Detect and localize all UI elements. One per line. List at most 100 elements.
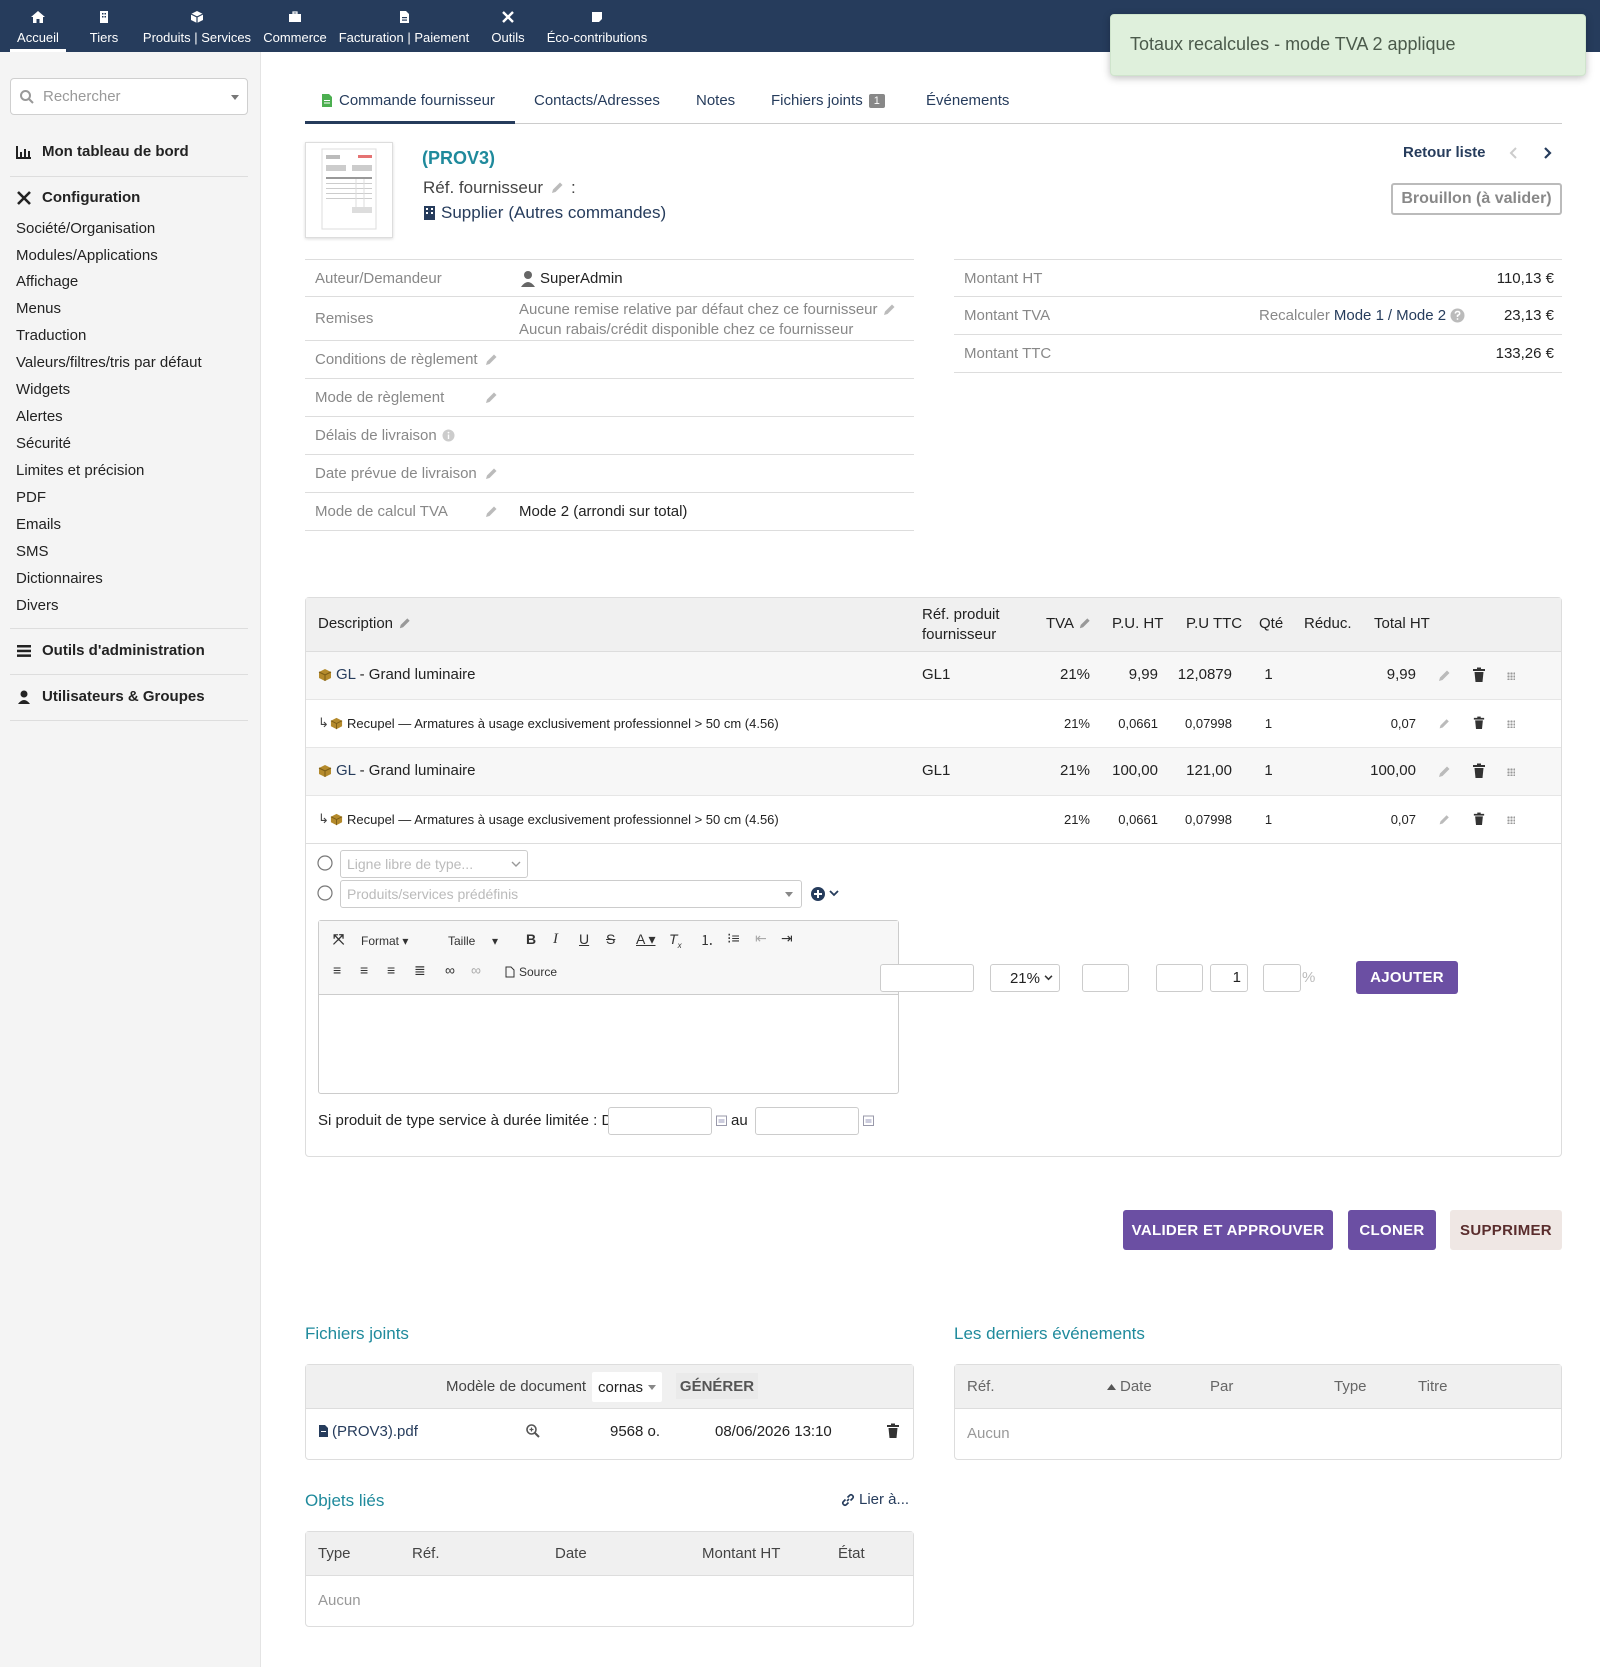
supplier-link[interactable]: Supplier xyxy=(441,203,503,223)
search-input[interactable]: Rechercher xyxy=(10,78,248,115)
menu-sms[interactable]: SMS xyxy=(16,543,49,560)
text-color-icon[interactable]: A ▾ xyxy=(636,931,655,948)
help-icon[interactable] xyxy=(1450,308,1465,323)
pencil-icon[interactable] xyxy=(1077,616,1092,631)
chevron-down-icon[interactable] xyxy=(829,890,839,897)
menu-divers[interactable]: Divers xyxy=(16,597,59,614)
nav-eco[interactable]: Éco-contributions xyxy=(545,0,649,52)
document-thumbnail[interactable] xyxy=(305,142,393,238)
menu-admin-tools[interactable]: Outils d'administration xyxy=(16,642,205,659)
justify-icon[interactable]: ≣ xyxy=(414,962,426,979)
chevron-left-icon[interactable] xyxy=(1508,146,1520,160)
menu-valeurs[interactable]: Valeurs/filtres/tris par défaut xyxy=(16,354,202,371)
date-end-input[interactable] xyxy=(755,1107,859,1135)
other-orders-link[interactable]: (Autres commandes) xyxy=(508,203,666,223)
back-to-list-link[interactable]: Retour liste xyxy=(1403,144,1486,161)
pencil-icon[interactable] xyxy=(549,180,565,196)
menu-modules[interactable]: Modules/Applications xyxy=(16,247,158,264)
menu-securite[interactable]: Sécurité xyxy=(16,435,71,452)
info-icon[interactable] xyxy=(442,429,455,442)
pencil-icon[interactable] xyxy=(881,302,897,318)
menu-configuration[interactable]: Configuration xyxy=(16,189,140,206)
supplier-ref-input[interactable] xyxy=(880,964,974,992)
add-line-button[interactable]: AJOUTER xyxy=(1356,961,1458,994)
pencil-icon[interactable] xyxy=(483,504,499,520)
col-date[interactable]: Date xyxy=(1107,1378,1152,1395)
menu-widgets[interactable]: Widgets xyxy=(16,381,70,398)
validate-approve-button[interactable]: VALIDER ET APPROUVER xyxy=(1123,1210,1333,1250)
align-left-icon[interactable]: ≡ xyxy=(333,962,341,978)
chevron-right-icon[interactable] xyxy=(1541,146,1553,160)
link-to-button[interactable]: Lier à... xyxy=(841,1491,909,1508)
pu-ttc-input[interactable] xyxy=(1156,964,1203,992)
mode2-link[interactable]: Mode 2 xyxy=(1396,307,1446,324)
nav-commerce[interactable]: Commerce xyxy=(262,0,328,52)
clear-format-icon[interactable]: Tx xyxy=(669,931,682,950)
trash-icon[interactable] xyxy=(1472,763,1486,779)
calendar-icon[interactable] xyxy=(716,1115,727,1126)
tab-contacts[interactable]: Contacts/Adresses xyxy=(534,92,660,109)
mode1-link[interactable]: Mode 1 xyxy=(1334,307,1384,324)
unlink-icon[interactable]: ∞ xyxy=(471,962,481,978)
outdent-icon[interactable]: ⇤ xyxy=(755,930,767,947)
author-link[interactable]: SuperAdmin xyxy=(540,270,623,287)
model-select[interactable]: cornas xyxy=(592,1372,662,1402)
clone-button[interactable]: CLONER xyxy=(1348,1210,1436,1250)
menu-menus[interactable]: Menus xyxy=(16,300,61,317)
menu-dictionnaires[interactable]: Dictionnaires xyxy=(16,570,103,587)
pencil-icon[interactable] xyxy=(1437,717,1451,731)
trash-icon[interactable] xyxy=(1473,812,1485,826)
pencil-icon[interactable] xyxy=(483,390,499,406)
date-start-input[interactable] xyxy=(608,1107,712,1135)
maximize-icon[interactable]: ⤧ xyxy=(333,931,344,948)
underline-icon[interactable]: U xyxy=(579,931,589,947)
tab-evenements[interactable]: Événements xyxy=(926,92,1009,109)
menu-affichage[interactable]: Affichage xyxy=(16,273,78,290)
size-dropdown[interactable]: Taille ▾ xyxy=(448,934,498,948)
trash-icon[interactable] xyxy=(886,1423,900,1439)
generate-button[interactable]: GÉNÉRER xyxy=(676,1373,758,1399)
drag-handle-icon[interactable] xyxy=(1507,816,1515,824)
calendar-icon[interactable] xyxy=(863,1115,874,1126)
format-dropdown[interactable]: Format ▾ xyxy=(361,934,408,948)
drag-handle-icon[interactable] xyxy=(1507,768,1515,776)
bullet-list-icon[interactable]: ⁝≡ xyxy=(727,930,740,947)
menu-emails[interactable]: Emails xyxy=(16,516,61,533)
link-icon[interactable]: ∞ xyxy=(445,962,455,978)
indent-icon[interactable]: ⇥ xyxy=(781,930,793,947)
menu-societe[interactable]: Société/Organisation xyxy=(16,220,155,237)
tab-notes[interactable]: Notes xyxy=(696,92,735,109)
italic-icon[interactable]: I xyxy=(553,931,558,948)
pencil-icon[interactable] xyxy=(1437,813,1451,827)
nav-tiers[interactable]: Tiers xyxy=(82,0,126,52)
nav-produits[interactable]: Produits | Services xyxy=(140,0,254,52)
free-line-select[interactable]: Ligne libre de type... xyxy=(340,850,528,878)
nav-facturation[interactable]: Facturation | Paiement xyxy=(338,0,470,52)
bold-icon[interactable]: B xyxy=(526,931,536,947)
strikethrough-icon[interactable]: S xyxy=(606,931,615,947)
pencil-icon[interactable] xyxy=(397,616,412,631)
align-right-icon[interactable]: ≡ xyxy=(387,962,395,978)
numbered-list-icon[interactable]: ⒈ xyxy=(700,930,714,950)
menu-alertes[interactable]: Alertes xyxy=(16,408,63,425)
pencil-icon[interactable] xyxy=(483,352,499,368)
menu-limites[interactable]: Limites et précision xyxy=(16,462,144,479)
add-product-icon[interactable] xyxy=(810,886,826,902)
predefined-product-select[interactable]: Produits/services prédéfinis xyxy=(340,880,802,908)
zoom-preview-icon[interactable] xyxy=(525,1423,541,1439)
radio-free-line[interactable] xyxy=(317,855,333,871)
align-center-icon[interactable]: ≡ xyxy=(360,962,368,978)
radio-predefined[interactable] xyxy=(317,885,333,901)
pu-ht-input[interactable] xyxy=(1082,964,1129,992)
nav-outils[interactable]: Outils xyxy=(488,0,528,52)
menu-pdf[interactable]: PDF xyxy=(16,489,46,506)
drag-handle-icon[interactable] xyxy=(1507,720,1515,728)
nav-accueil[interactable]: Accueil xyxy=(10,0,66,52)
pencil-icon[interactable] xyxy=(483,466,499,482)
trash-icon[interactable] xyxy=(1472,667,1486,683)
product-link[interactable]: GL - Grand luminaire xyxy=(336,762,476,779)
tab-commande[interactable]: Commande fournisseur xyxy=(321,92,495,109)
trash-icon[interactable] xyxy=(1473,716,1485,730)
pencil-icon[interactable] xyxy=(1436,668,1452,684)
source-button[interactable]: Source xyxy=(505,965,557,979)
